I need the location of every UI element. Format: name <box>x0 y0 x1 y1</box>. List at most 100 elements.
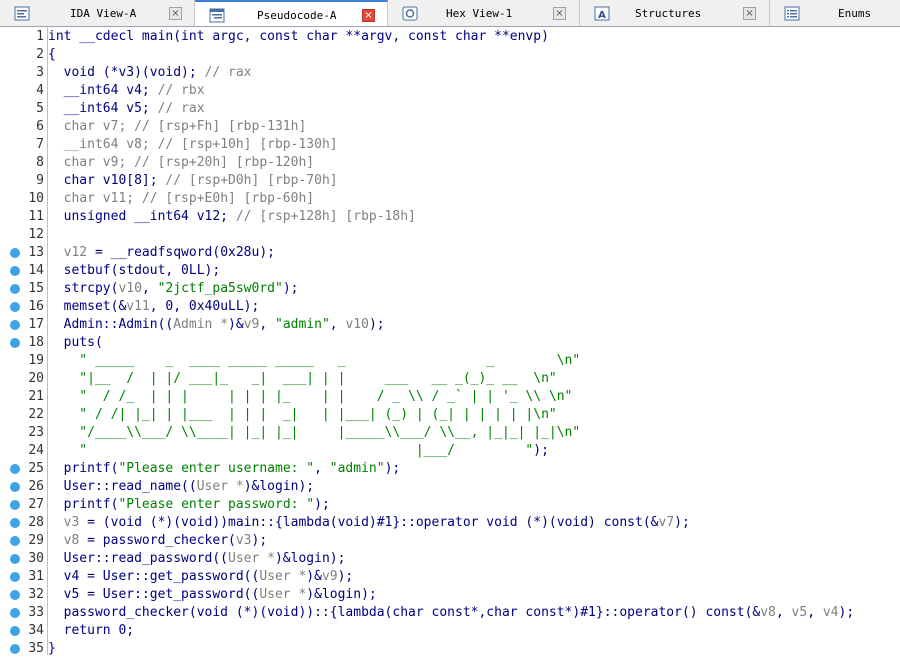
code-line[interactable]: 13 v12 = __readfsqword(0x28u); <box>0 244 900 262</box>
tab-pseudocode-a[interactable]: Pseudocode-A × <box>195 0 388 26</box>
code-line[interactable]: 22 " / /| |_| | |___ | | | _| | |___| (_… <box>0 406 900 424</box>
code-token: unsigned __int64 v12; <box>48 209 236 224</box>
code-text: char v9; // [rsp+20h] [rbp-120h] <box>48 154 314 172</box>
code-line[interactable]: 7 __int64 v8; // [rsp+10h] [rbp-130h] <box>0 136 900 154</box>
breakpoint-dot-icon[interactable] <box>10 284 20 294</box>
close-icon[interactable]: × <box>553 7 566 20</box>
close-icon[interactable]: × <box>169 7 182 20</box>
code-line[interactable]: 20 "|__ / | |/ ___|_ _| ___| | | ___ __ … <box>0 370 900 388</box>
code-line[interactable]: 1 int __cdecl main(int argc, const char *… <box>0 28 900 46</box>
code-line[interactable]: 6 char v7; // [rsp+Fh] [rbp-131h] <box>0 118 900 136</box>
code-line[interactable]: 23 "/____\\___/ \\____| |_| |_| |_____\\… <box>0 424 900 442</box>
code-token: , <box>314 461 330 476</box>
code-line[interactable]: 27 printf("Please enter password: "); <box>0 496 900 514</box>
breakpoint-dot-icon[interactable] <box>10 338 20 348</box>
svg-text:A: A <box>598 10 606 21</box>
breakpoint-dot-icon[interactable] <box>10 572 20 582</box>
code-line[interactable]: 16 memset(&v11, 0, 0x40uLL); <box>0 298 900 316</box>
breakpoint-dot-icon[interactable] <box>10 500 20 510</box>
code-line[interactable]: 34 return 0; <box>0 622 900 640</box>
code-token: v12 <box>48 245 88 260</box>
breakpoint-dot-icon[interactable] <box>10 644 20 654</box>
code-text: " / /| |_| | |___ | | | _| | |___| (_) |… <box>48 406 556 424</box>
code-line[interactable]: 33 password_checker(void (*)(void))::{la… <box>0 604 900 622</box>
code-line[interactable]: 18 puts( <box>0 334 900 352</box>
code-line[interactable]: 31 v4 = User::get_password((User *)&v9); <box>0 568 900 586</box>
code-token: puts( <box>48 335 103 350</box>
breakpoint-dot-icon[interactable] <box>10 626 20 636</box>
line-number: 29 <box>28 533 44 548</box>
code-token: printf( <box>48 497 119 512</box>
code-token: v5 = User::get_password(( <box>48 587 260 602</box>
code-text: char v7; // [rsp+Fh] [rbp-131h] <box>48 118 307 136</box>
code-token: "2jctf_pa5sw0rd" <box>157 281 283 296</box>
code-text: " / /_ | | | | | | |_ | | / _ \\ / _` | … <box>48 388 572 406</box>
code-line[interactable]: 14 setbuf(stdout, 0LL); <box>0 262 900 280</box>
code-token: ); <box>838 605 855 620</box>
code-token: __int64 v8; <box>48 137 158 152</box>
code-text: int __cdecl main(int argc, const char **… <box>48 28 549 46</box>
breakpoint-dot-icon[interactable] <box>10 536 20 546</box>
code-line[interactable]: 17 Admin::Admin((Admin *)&v9, "admin", v… <box>0 316 900 334</box>
code-token: User * <box>259 569 307 584</box>
breakpoint-dot-icon[interactable] <box>10 518 20 528</box>
code-line[interactable]: 29 v8 = password_checker(v3); <box>0 532 900 550</box>
code-line[interactable]: 3 void (*v3)(void); // rax <box>0 64 900 82</box>
code-line[interactable]: 24 " |___/ "); <box>0 442 900 460</box>
breakpoint-dot-icon[interactable] <box>10 320 20 330</box>
code-line[interactable]: 19 " _____ _ ____ _____ _____ _ _ \n" <box>0 352 900 370</box>
tab-hex-view-1[interactable]: Hex View-1 × <box>388 0 580 26</box>
breakpoint-dot-icon[interactable] <box>10 590 20 600</box>
line-number: 3 <box>36 65 44 80</box>
line-number: 26 <box>28 479 44 494</box>
code-line[interactable]: 11 unsigned __int64 v12; // [rsp+128h] [… <box>0 208 900 226</box>
tab-structures[interactable]: A Structures × <box>580 0 770 26</box>
line-number: 7 <box>36 137 44 152</box>
code-token: " |___/ " <box>48 443 534 458</box>
line-number: 2 <box>36 47 44 62</box>
code-line[interactable]: 35} <box>0 640 900 658</box>
pseudocode-view[interactable]: 1 int __cdecl main(int argc, const char *… <box>0 27 900 668</box>
tab-label: Enums <box>838 7 872 20</box>
code-line[interactable]: 5 __int64 v5; // rax <box>0 100 900 118</box>
code-token: v8 <box>48 533 80 548</box>
breakpoint-dot-icon[interactable] <box>10 608 20 618</box>
line-number: 22 <box>28 407 44 422</box>
tab-label: Pseudocode-A <box>257 9 337 22</box>
code-token: Admin::Admin(( <box>48 317 174 332</box>
code-text: return 0; <box>48 622 134 640</box>
code-token: // [rsp+E0h] [rbp-60h] <box>141 191 315 206</box>
code-line[interactable]: 2{ <box>0 46 900 64</box>
code-line[interactable]: 10 char v11; // [rsp+E0h] [rbp-60h] <box>0 190 900 208</box>
code-token: v5 <box>791 605 808 620</box>
close-icon[interactable]: × <box>362 9 375 22</box>
code-line[interactable]: 28 v3 = (void (*)(void))main::{lambda(vo… <box>0 514 900 532</box>
tab-label: Hex View-1 <box>446 7 513 20</box>
tab-ida-view-a[interactable]: IDA View-A × <box>0 0 195 26</box>
code-token: " / /_ | | | | | | |_ | | / _ \\ / _` | … <box>48 389 573 404</box>
close-icon[interactable]: × <box>743 7 756 20</box>
code-line[interactable]: 15 strcpy(v10, "2jctf_pa5sw0rd"); <box>0 280 900 298</box>
code-token: ); <box>251 533 268 548</box>
code-line[interactable]: 21 " / /_ | | | | | | |_ | | / _ \\ / _`… <box>0 388 900 406</box>
code-line[interactable]: 8 char v9; // [rsp+20h] [rbp-120h] <box>0 154 900 172</box>
breakpoint-dot-icon[interactable] <box>10 302 20 312</box>
code-token: = password_checker( <box>79 533 236 548</box>
breakpoint-dot-icon[interactable] <box>10 554 20 564</box>
tab-enums[interactable]: Enums <box>770 0 900 26</box>
code-line[interactable]: 26 User::read_name((User *)&login); <box>0 478 900 496</box>
breakpoint-dot-icon[interactable] <box>10 266 20 276</box>
breakpoint-dot-icon[interactable] <box>10 464 20 474</box>
code-token: "Please enter password: " <box>118 497 315 512</box>
code-line[interactable]: 32 v5 = User::get_password((User *)&logi… <box>0 586 900 604</box>
code-line[interactable]: 25 printf("Please enter username: ", "ad… <box>0 460 900 478</box>
code-line[interactable]: 12 <box>0 226 900 244</box>
code-line[interactable]: 4 __int64 v4; // rbx <box>0 82 900 100</box>
code-token: User * <box>259 587 307 602</box>
code-line[interactable]: 30 User::read_password((User *)&login); <box>0 550 900 568</box>
code-token: return 0; <box>48 623 135 638</box>
breakpoint-dot-icon[interactable] <box>10 482 20 492</box>
code-text: __int64 v5; // rax <box>48 100 205 118</box>
breakpoint-dot-icon[interactable] <box>10 248 20 258</box>
code-line[interactable]: 9 char v10[8]; // [rsp+D0h] [rbp-70h] <box>0 172 900 190</box>
